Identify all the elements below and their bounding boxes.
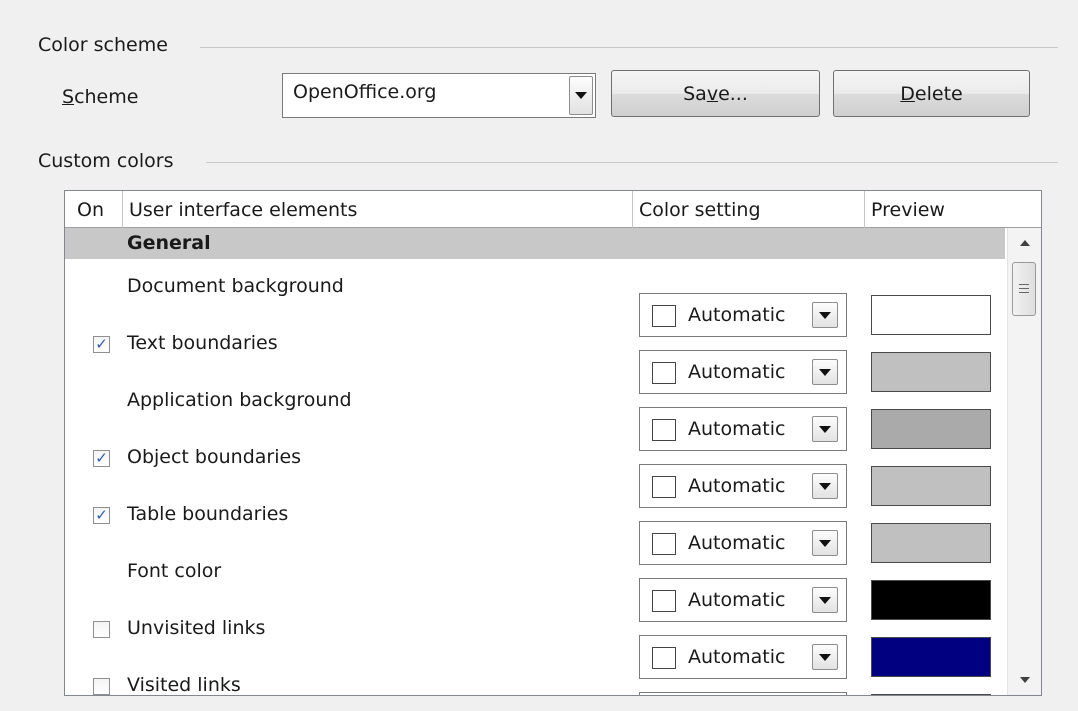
- custom-colors-separator: [206, 162, 1058, 163]
- scheme-label: Scheme: [62, 86, 138, 108]
- table-row: ✓ Text boundaries Automatic: [65, 316, 1005, 394]
- row-element-label: Font color: [127, 560, 222, 582]
- row-element-label: Unvisited links: [127, 617, 266, 639]
- section-header-general: General: [65, 228, 1005, 259]
- checkmark-icon: ✓: [95, 506, 108, 524]
- save-button[interactable]: Sa v e...: [611, 70, 820, 117]
- grip-line-icon: [1019, 292, 1029, 293]
- column-header-elements[interactable]: User interface elements: [123, 191, 633, 228]
- grip-line-icon: [1019, 284, 1029, 285]
- custom-colors-table: On User interface elements Color setting…: [64, 190, 1042, 696]
- vertical-scrollbar[interactable]: [1007, 228, 1041, 695]
- custom-colors-group-title: Custom colors: [38, 150, 182, 172]
- row-enable-checkbox[interactable]: [93, 678, 110, 695]
- scheme-select-dropdown-button[interactable]: [569, 76, 593, 115]
- scheme-label-text: cheme: [74, 86, 139, 108]
- table-row: Visited links Automatic: [65, 658, 1005, 696]
- row-element-label: Table boundaries: [127, 503, 289, 525]
- scroll-down-button[interactable]: [1008, 665, 1041, 695]
- scheme-select[interactable]: OpenOffice.org: [282, 73, 596, 118]
- delete-button-mnemonic: D: [900, 82, 915, 105]
- save-button-pre: Sa: [683, 82, 707, 105]
- table-row: ✓ Table boundaries Automatic: [65, 487, 1005, 565]
- color-preview: [871, 694, 991, 695]
- grip-line-icon: [1019, 288, 1029, 289]
- arrow-down-icon: [1020, 677, 1030, 683]
- scroll-up-button[interactable]: [1008, 228, 1041, 258]
- row-element-label: Object boundaries: [127, 446, 302, 468]
- row-enable-checkbox[interactable]: ✓: [93, 336, 110, 353]
- table-row: ✓ Object boundaries Automatic: [65, 430, 1005, 508]
- color-setting-select[interactable]: Automatic: [639, 692, 847, 695]
- row-element-label: Application background: [127, 389, 352, 411]
- delete-button[interactable]: Delete: [833, 70, 1030, 117]
- table-row: Document background Automatic: [65, 259, 1005, 337]
- column-header-preview[interactable]: Preview: [865, 191, 1041, 228]
- delete-button-post: elete: [914, 82, 963, 105]
- color-scheme-group-title: Color scheme: [38, 34, 176, 56]
- color-scheme-separator: [200, 47, 1058, 48]
- row-enable-checkbox[interactable]: [93, 621, 110, 638]
- row-enable-checkbox[interactable]: ✓: [93, 507, 110, 524]
- save-button-mnemonic: v: [706, 82, 719, 105]
- table-row: Unvisited links Automatic: [65, 601, 1005, 679]
- scheme-select-value: OpenOffice.org: [293, 81, 437, 103]
- row-element-label: Visited links: [127, 674, 241, 696]
- column-header-color-setting[interactable]: Color setting: [633, 191, 865, 228]
- scheme-label-mnemonic: S: [62, 86, 75, 108]
- chevron-down-icon: [575, 92, 587, 99]
- table-row: Font color Automatic: [65, 544, 1005, 622]
- arrow-up-icon: [1020, 240, 1030, 246]
- checkmark-icon: ✓: [95, 335, 108, 353]
- section-title: General: [127, 232, 211, 254]
- row-element-label: Text boundaries: [127, 332, 278, 354]
- table-header: On User interface elements Color setting…: [65, 191, 1041, 228]
- column-header-on[interactable]: On: [65, 191, 123, 228]
- checkmark-icon: ✓: [95, 449, 108, 467]
- row-element-label: Document background: [127, 275, 344, 297]
- row-enable-checkbox[interactable]: ✓: [93, 450, 110, 467]
- save-button-post: e...: [718, 82, 748, 105]
- scrollbar-thumb[interactable]: [1012, 262, 1036, 316]
- table-row: Application background Automatic: [65, 373, 1005, 451]
